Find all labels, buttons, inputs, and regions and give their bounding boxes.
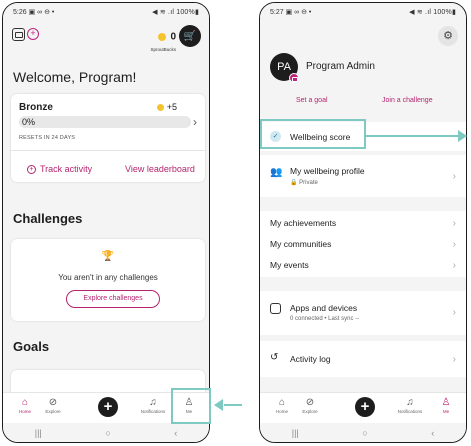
challenges-card: 🏆 You aren't in any challenges Explore c… <box>11 239 205 321</box>
profile-name: Program Admin <box>306 61 375 72</box>
profile-people-icon: 👥 <box>270 167 283 178</box>
tier-resets: RESETS IN 24 DAYS <box>19 135 76 141</box>
status-icons-left: ▣ ∞ ⊖ • <box>285 9 312 16</box>
chevron-right-icon: › <box>452 218 456 229</box>
home-circle-icon[interactable]: ○ <box>105 428 110 438</box>
track-activity-link[interactable]: + Track activity <box>27 164 92 175</box>
bell-icon: ♫ <box>149 397 157 408</box>
apps-devices-sub: 0 connected • Last sync -- <box>290 316 360 322</box>
plus-circle-icon: + <box>27 165 36 175</box>
nav-notifications[interactable]: ♫ Notifications <box>390 397 430 414</box>
add-fab-button[interactable]: + <box>98 397 118 417</box>
compass-icon: ⊘ <box>48 397 58 408</box>
back-icon[interactable]: ‹ <box>431 428 434 438</box>
status-icons-right: ◀ ≋ .ıl 100%▮ <box>152 9 199 16</box>
cart-icon: 🛒 <box>183 30 197 42</box>
my-achievements-item[interactable]: My achievements <box>270 218 336 228</box>
sprout-bucks[interactable]: 0 SproutBucks <box>150 28 176 52</box>
tier-progress-bar: 0% <box>19 116 191 128</box>
nav-explore[interactable]: ⊘ Explore <box>33 397 73 414</box>
apps-devices-label: Apps and devices <box>290 303 358 313</box>
plus-icon: + <box>360 398 370 415</box>
set-goal-link[interactable]: Set a goal <box>296 97 328 104</box>
home-circle-icon[interactable]: ○ <box>362 428 367 438</box>
wellbeing-profile-sub: 🔒 Private <box>290 180 318 186</box>
back-icon[interactable]: ‹ <box>174 428 177 438</box>
add-circle-icon[interactable]: + <box>27 28 39 40</box>
status-bar: 5:27 ▣ ∞ ⊖ • ◀ ≋ .ıl 100%▮ <box>260 3 466 21</box>
top-bar: + 0 SproutBucks 🛒 <box>3 21 209 52</box>
view-leaderboard-link[interactable]: View leaderboard <box>125 164 195 174</box>
challenges-empty-text: You aren't in any challenges <box>58 273 158 282</box>
chevron-right-icon[interactable]: › <box>193 115 197 129</box>
settings-button[interactable]: ⚙ <box>438 26 458 46</box>
wellbeing-profile-label: My wellbeing profile <box>290 166 365 176</box>
explore-challenges-button[interactable]: Explore challenges <box>66 290 160 308</box>
person-icon: ♙ <box>441 397 451 408</box>
chevron-right-icon: › <box>452 171 456 182</box>
phone-home-screen: 5:26 ▣ ∞ ⊖ • ◀ ≋ .ıl 100%▮ + 0 SproutBuc… <box>2 2 210 443</box>
sprout-bucks-label: SproutBucks <box>150 47 176 52</box>
status-icons-right: ◀ ≋ .ıl 100%▮ <box>409 9 456 16</box>
compass-icon: ⊘ <box>305 397 315 408</box>
status-icons-left: ▣ ∞ ⊖ • <box>28 9 55 16</box>
challenges-heading: Challenges <box>13 211 83 226</box>
plus-icon: + <box>103 398 113 415</box>
apps-devices-row[interactable]: Apps and devices 0 connected • Last sync… <box>260 291 466 335</box>
add-fab-button[interactable]: + <box>355 397 375 417</box>
coin-icon <box>157 104 165 112</box>
my-lists-group: My achievements › My communities › My ev… <box>260 211 466 277</box>
nav-me[interactable]: ♙ Me <box>426 397 466 414</box>
divider <box>11 150 205 151</box>
cart-button[interactable]: 🛒 <box>179 25 201 47</box>
sprout-bucks-count: 0 <box>170 31 176 43</box>
join-challenge-link[interactable]: Join a challenge <box>382 97 433 104</box>
highlight-arrow-head <box>214 399 223 411</box>
welcome-heading: Welcome, Program! <box>13 69 137 85</box>
bottom-nav: ⌂ Home ⊘ Explore + ♫ Notifications ♙ Me <box>260 392 466 424</box>
recent-apps-icon[interactable]: ||| <box>35 428 42 438</box>
recent-apps-icon[interactable]: ||| <box>292 428 299 438</box>
tier-card[interactable]: Bronze +5 0% › RESETS IN 24 DAYS + Track … <box>11 94 205 182</box>
coin-icon <box>157 32 166 41</box>
my-communities-item[interactable]: My communities <box>270 239 331 249</box>
highlight-box-wellbeing-score <box>260 119 366 149</box>
wellbeing-profile-row[interactable]: 👥 My wellbeing profile 🔒 Private › <box>260 155 466 197</box>
highlight-arrow-line <box>224 404 242 406</box>
lock-icon: 🔒 <box>290 180 298 186</box>
system-nav-bar: ||| ○ ‹ <box>3 423 209 442</box>
status-bar: 5:26 ▣ ∞ ⊖ • ◀ ≋ .ıl 100%▮ <box>3 3 209 21</box>
bell-icon: ♫ <box>406 397 414 408</box>
highlight-arrow-line <box>366 135 458 137</box>
tier-name: Bronze <box>19 102 53 113</box>
my-events-item[interactable]: My events <box>270 260 309 270</box>
status-time: 5:27 <box>270 9 284 16</box>
status-time: 5:26 <box>13 9 27 16</box>
activity-log-row[interactable]: ↺ Activity log › <box>260 341 466 377</box>
history-icon: ↺ <box>270 352 279 363</box>
tier-points: +5 <box>157 102 177 112</box>
system-nav-bar: ||| ○ ‹ <box>260 423 466 442</box>
nav-notifications[interactable]: ♫ Notifications <box>133 397 173 414</box>
activity-log-label: Activity log <box>290 354 331 364</box>
highlight-arrow-head <box>458 130 467 142</box>
trophy-icon: 🏆 <box>101 251 115 262</box>
goals-heading: Goals <box>13 339 50 354</box>
phone-me-screen: 5:27 ▣ ∞ ⊖ • ◀ ≋ .ıl 100%▮ ⚙ PA Program … <box>259 2 467 443</box>
chevron-right-icon: › <box>452 354 456 365</box>
gear-icon: ⚙ <box>443 30 453 42</box>
chevron-right-icon: › <box>452 260 456 271</box>
camera-icon[interactable] <box>289 73 299 83</box>
chevron-right-icon: › <box>452 307 456 318</box>
chevron-right-icon: › <box>452 239 456 250</box>
device-icon <box>270 303 281 314</box>
nav-explore[interactable]: ⊘ Explore <box>290 397 330 414</box>
highlight-box-me <box>171 388 211 424</box>
app-logo-icon <box>12 28 25 41</box>
